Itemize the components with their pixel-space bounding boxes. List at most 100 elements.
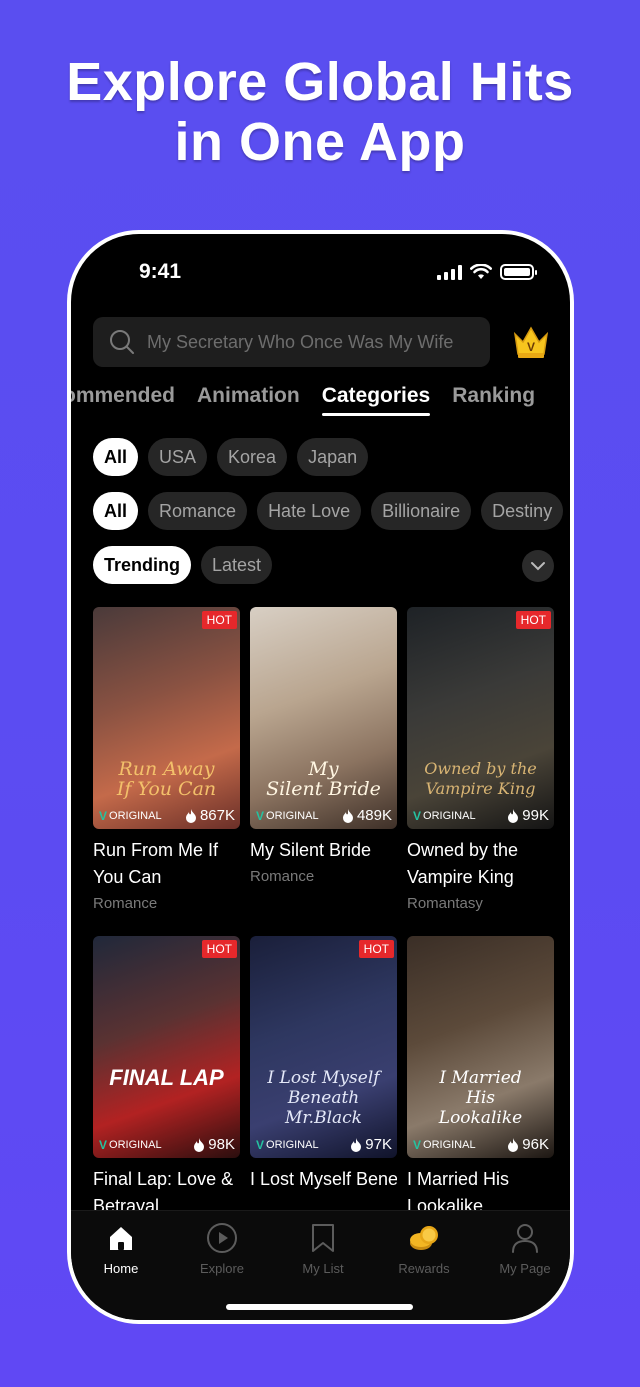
tab-recommended[interactable]: ommended (71, 384, 175, 408)
genre-chip-all[interactable]: All (93, 492, 139, 530)
view-count-value: 98K (208, 1136, 235, 1153)
genre-chip-romance[interactable]: Romance (148, 492, 248, 530)
flame-icon (351, 1137, 362, 1152)
view-count-value: 96K (522, 1136, 549, 1153)
drama-cover[interactable]: Owned by the Vampire King HOT V ORIGINAL … (407, 607, 554, 829)
drama-cover[interactable]: I Married His Lookalike V ORIGINAL 96K (407, 936, 554, 1158)
original-badge: V ORIGINAL (413, 809, 476, 823)
region-chip-usa[interactable]: USA (148, 438, 208, 476)
view-count: 97K (350, 1136, 392, 1153)
genre-chip-billionaire[interactable]: Billionaire (371, 492, 472, 530)
headline-line-2: in One App (174, 112, 466, 172)
flame-icon (185, 808, 196, 823)
original-badge: V ORIGINAL (256, 809, 319, 823)
drama-card[interactable]: FINAL LAP HOT V ORIGINAL 98K Final Lap: L… (93, 936, 240, 1220)
battery-icon (500, 264, 537, 280)
sort-chip-latest[interactable]: Latest (201, 546, 273, 584)
sort-chip-trending[interactable]: Trending (93, 546, 191, 584)
wifi-icon (470, 264, 492, 279)
category-tabs: ommended Animation Categories Ranking (71, 384, 535, 416)
region-chip-all[interactable]: All (93, 438, 139, 476)
drama-genre: Romance (250, 868, 315, 885)
headline: Explore Global Hits in One App (0, 52, 640, 172)
hot-badge: HOT (201, 940, 237, 958)
view-count-value: 867K (199, 807, 235, 824)
drama-card[interactable]: My Silent Bride V ORIGINAL 489K My Silent… (250, 607, 397, 885)
region-chip-japan[interactable]: Japan (297, 438, 369, 476)
status-time: 9:41 (139, 260, 182, 283)
view-count: 96K (507, 1136, 549, 1153)
signal-icon (437, 265, 462, 280)
view-count: 489K (342, 807, 392, 824)
original-label: ORIGINAL (423, 1139, 476, 1151)
home-icon (110, 1227, 132, 1250)
search-icon (110, 330, 134, 354)
original-label: ORIGINAL (109, 1139, 162, 1151)
nav-explore[interactable]: Explore (177, 1221, 267, 1276)
tab-ranking[interactable]: Ranking (452, 384, 535, 408)
original-badge: V ORIGINAL (99, 809, 162, 823)
search-placeholder: My Secretary Who Once Was My Wife (147, 331, 454, 352)
chevron-down-icon (531, 562, 545, 571)
user-icon (512, 1224, 538, 1253)
drama-card[interactable]: Run Away If You Can HOT V ORIGINAL 867K R… (93, 607, 240, 912)
nav-label: Home (103, 1261, 139, 1276)
view-count: 98K (193, 1136, 235, 1153)
genre-filter: All Romance Hate Love Billionaire Destin… (93, 492, 564, 530)
flame-icon (508, 808, 519, 823)
app-screen: 9:41 My Secretary Who Once Was My Wife V (71, 234, 570, 1320)
flame-icon (194, 1137, 205, 1152)
drama-title[interactable]: Owned by the Vampire King (407, 837, 554, 891)
home-indicator (226, 1304, 413, 1310)
tab-categories[interactable]: Categories (321, 384, 430, 416)
nav-my-list[interactable]: My List (278, 1221, 368, 1276)
original-label: ORIGINAL (423, 810, 476, 822)
region-filter: All USA Korea Japan (93, 438, 369, 476)
hot-badge: HOT (201, 611, 237, 629)
vip-crown-icon[interactable]: V (511, 324, 551, 360)
genre-chip-destiny[interactable]: Destiny (481, 492, 564, 530)
original-label: ORIGINAL (109, 810, 162, 822)
genre-chip-hate-love[interactable]: Hate Love (257, 492, 362, 530)
drama-title[interactable]: I Lost Myself Beneath Mr.Bla... (250, 1166, 397, 1193)
hot-badge: HOT (358, 940, 394, 958)
hot-badge: HOT (515, 611, 551, 629)
cover-title-art: My Silent Bride (266, 758, 381, 800)
expand-filters-button[interactable] (522, 550, 554, 582)
view-count: 99K (507, 807, 549, 824)
nav-my-page[interactable]: My Page (480, 1221, 570, 1276)
status-icons (437, 264, 537, 280)
nav-rewards[interactable]: Rewards (379, 1221, 469, 1276)
drama-card[interactable]: I Lost Myself Beneath Mr.Black HOT V ORIG… (250, 936, 397, 1193)
drama-cover[interactable]: Run Away If You Can HOT V ORIGINAL 867K (93, 607, 240, 829)
cover-title-art: I Married His Lookalike (438, 1068, 523, 1128)
play-circle-icon (207, 1223, 237, 1253)
tab-animation[interactable]: Animation (197, 384, 300, 408)
drama-card[interactable]: I Married His Lookalike V ORIGINAL 96K I … (407, 936, 554, 1220)
drama-cover[interactable]: My Silent Bride V ORIGINAL 489K (250, 607, 397, 829)
cover-title-art: Owned by the Vampire King (424, 759, 537, 798)
nav-home[interactable]: Home (76, 1221, 166, 1276)
sort-filter: Trending Latest (93, 546, 273, 584)
drama-cover[interactable]: I Lost Myself Beneath Mr.Black HOT V ORIG… (250, 936, 397, 1158)
drama-title[interactable]: Run From Me If You Can (93, 837, 240, 891)
drama-card[interactable]: Owned by the Vampire King HOT V ORIGINAL … (407, 607, 554, 912)
cover-title-art: FINAL LAP (109, 1065, 224, 1090)
original-badge: V ORIGINAL (99, 1138, 162, 1152)
nav-label: My Page (499, 1261, 551, 1276)
nav-label: Explore (199, 1261, 245, 1276)
cover-title-art: I Lost Myself Beneath Mr.Black (267, 1068, 380, 1128)
view-count-value: 489K (356, 807, 392, 824)
search-bar[interactable]: My Secretary Who Once Was My Wife (93, 317, 490, 367)
flame-icon (508, 1137, 519, 1152)
nav-label: My List (302, 1261, 344, 1276)
original-label: ORIGINAL (266, 1139, 319, 1151)
region-chip-korea[interactable]: Korea (217, 438, 288, 476)
view-count-value: 97K (365, 1136, 392, 1153)
headline-line-1: Explore Global Hits (66, 52, 574, 112)
drama-cover[interactable]: FINAL LAP HOT V ORIGINAL 98K (93, 936, 240, 1158)
cover-title-art: Run Away If You Can (116, 758, 217, 800)
bookmark-icon (312, 1224, 334, 1252)
flame-icon (342, 808, 353, 823)
drama-title[interactable]: My Silent Bride (250, 837, 397, 864)
